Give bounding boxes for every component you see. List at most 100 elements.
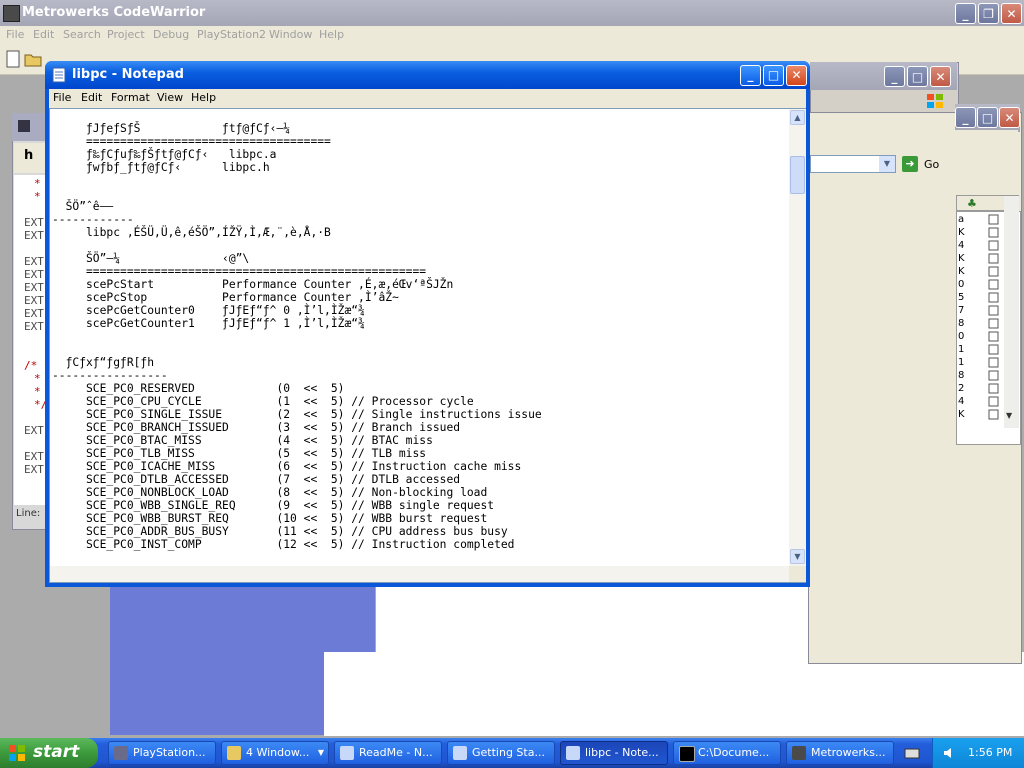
codewarrior-app-icon	[3, 5, 20, 22]
cw-menu-file[interactable]: File	[6, 28, 24, 41]
vertical-scroll-thumb[interactable]	[790, 156, 805, 194]
task-getting-started[interactable]: Getting Sta...	[447, 741, 555, 765]
maximize-icon[interactable]: □	[763, 65, 784, 86]
notepad-menubar: File Edit Format View Help	[49, 89, 806, 108]
background-window-titlebar[interactable]: _ □ ✕	[810, 62, 957, 90]
editor-line: EXT	[24, 450, 44, 463]
go-label: Go	[924, 158, 940, 171]
header-file-icon[interactable]: h	[24, 148, 33, 163]
explorer-window-titlebar[interactable]: _ □ ✕	[955, 104, 1020, 132]
windows-logo-icon	[927, 94, 943, 108]
task-label: libpc - Note...	[585, 746, 659, 759]
leaf-icon: ♣	[967, 197, 977, 210]
cw-menu-window[interactable]: Window	[269, 28, 312, 41]
size-grip[interactable]	[789, 566, 806, 582]
task-label: Getting Sta...	[472, 746, 545, 759]
dropdown-icons[interactable]	[986, 213, 1000, 423]
scroll-up-icon[interactable]: ▲	[790, 110, 805, 125]
horizontal-scrollbar[interactable]	[50, 566, 789, 582]
editor-line: EXT	[24, 268, 44, 281]
notepad-text-area[interactable]: ƒJƒeƒSƒŠ ƒtƒ@ƒCƒ‹–¼ ====================…	[49, 108, 806, 583]
editor-line: *	[34, 177, 41, 190]
open-folder-icon[interactable]	[24, 50, 42, 68]
new-file-icon[interactable]	[4, 50, 22, 68]
codewarrior-menubar: File Edit Search Project Debug PlayStati…	[0, 26, 1024, 44]
editor-window-icon	[18, 120, 30, 132]
editor-line: EXT	[24, 424, 44, 437]
keyboard-icon[interactable]	[904, 745, 920, 761]
editor-line: EXT	[24, 216, 44, 229]
task-command-prompt[interactable]: C:\Docume...	[673, 741, 781, 765]
notepad-icon	[340, 746, 354, 760]
list-dropdowns	[986, 213, 1000, 423]
notepad-app-icon	[52, 67, 66, 83]
editor-line: *	[34, 372, 41, 385]
minimize-icon[interactable]: _	[740, 65, 761, 86]
task-explorer-group[interactable]: 4 Window... ▼	[221, 741, 329, 765]
editor-line: EXT	[24, 463, 44, 476]
close-icon[interactable]: ✕	[999, 107, 1020, 128]
editor-line: *	[34, 190, 41, 203]
menu-file[interactable]: File	[53, 91, 71, 104]
codewarrior-titlebar[interactable]: Metrowerks CodeWarrior _ ❐ ✕	[0, 0, 1024, 26]
task-label: ReadMe - N...	[359, 746, 433, 759]
notepad-title: libpc - Notepad	[72, 67, 184, 82]
cw-menu-search[interactable]: Search	[63, 28, 101, 41]
menu-edit[interactable]: Edit	[81, 91, 102, 104]
codewarrior-icon	[792, 746, 806, 760]
menu-view[interactable]: View	[157, 91, 183, 104]
address-combo[interactable]: ▼	[810, 155, 896, 173]
cw-menu-help[interactable]: Help	[319, 28, 344, 41]
editor-line: EXT	[24, 229, 44, 242]
task-playstation[interactable]: PlayStation...	[108, 741, 216, 765]
editor-line: EXT	[24, 255, 44, 268]
editor-line: /*	[24, 359, 38, 372]
close-icon[interactable]: ✕	[1001, 3, 1022, 24]
explorer-toolbar	[810, 130, 1018, 153]
cw-menu-debug[interactable]: Debug	[153, 28, 189, 41]
codewarrior-title: Metrowerks CodeWarrior	[22, 5, 206, 20]
explorer-lower-panel	[955, 445, 1020, 650]
close-icon[interactable]: ✕	[930, 66, 951, 87]
task-label: C:\Docume...	[698, 746, 770, 759]
editor-line: EXT	[24, 294, 44, 307]
speaker-icon[interactable]	[942, 745, 958, 761]
restore-icon[interactable]: ❐	[978, 3, 999, 24]
go-arrow-icon: ➜	[902, 156, 918, 172]
minimize-icon[interactable]: _	[955, 3, 976, 24]
minimize-icon[interactable]: _	[884, 66, 905, 87]
task-label: PlayStation...	[133, 746, 206, 759]
notepad-content: ƒJƒeƒSƒŠ ƒtƒ@ƒCƒ‹–¼ ====================…	[52, 122, 542, 551]
editor-line: EXT	[24, 320, 44, 333]
notepad-icon	[453, 746, 467, 760]
background-panel	[165, 585, 375, 653]
editor-line: *	[34, 385, 41, 398]
menu-help[interactable]: Help	[191, 91, 216, 104]
menu-format[interactable]: Format	[111, 91, 150, 104]
background-panel	[324, 652, 1024, 736]
editor-line: EXT	[24, 307, 44, 320]
chevron-down-icon[interactable]: ▼	[879, 156, 895, 172]
maximize-icon[interactable]: □	[977, 107, 998, 128]
task-readme[interactable]: ReadMe - N...	[334, 741, 442, 765]
go-button[interactable]: ➜ Go	[902, 155, 942, 175]
clock[interactable]: 1:56 PM	[968, 746, 1012, 759]
chevron-down-icon: ▼	[317, 748, 324, 757]
scroll-down-icon[interactable]: ▼	[1006, 411, 1012, 420]
notepad-icon	[566, 746, 580, 760]
start-label: start	[33, 742, 80, 762]
list-scrollbar[interactable]: ▼	[1004, 196, 1019, 428]
task-metrowerks[interactable]: Metrowerks...	[786, 741, 894, 765]
minimize-icon[interactable]: _	[955, 107, 976, 128]
cw-menu-project[interactable]: Project	[107, 28, 145, 41]
editor-status-line: Line:	[16, 508, 41, 519]
scroll-down-icon[interactable]: ▼	[790, 549, 805, 564]
maximize-icon[interactable]: □	[907, 66, 928, 87]
cw-menu-edit[interactable]: Edit	[33, 28, 54, 41]
cw-menu-playstation2[interactable]: PlayStation2	[197, 28, 266, 41]
task-label: 4 Window...	[246, 746, 310, 759]
folder-icon	[227, 746, 241, 760]
close-icon[interactable]: ✕	[786, 65, 807, 86]
task-libpc-notepad[interactable]: libpc - Note...	[560, 741, 668, 765]
task-label: Metrowerks...	[811, 746, 886, 759]
